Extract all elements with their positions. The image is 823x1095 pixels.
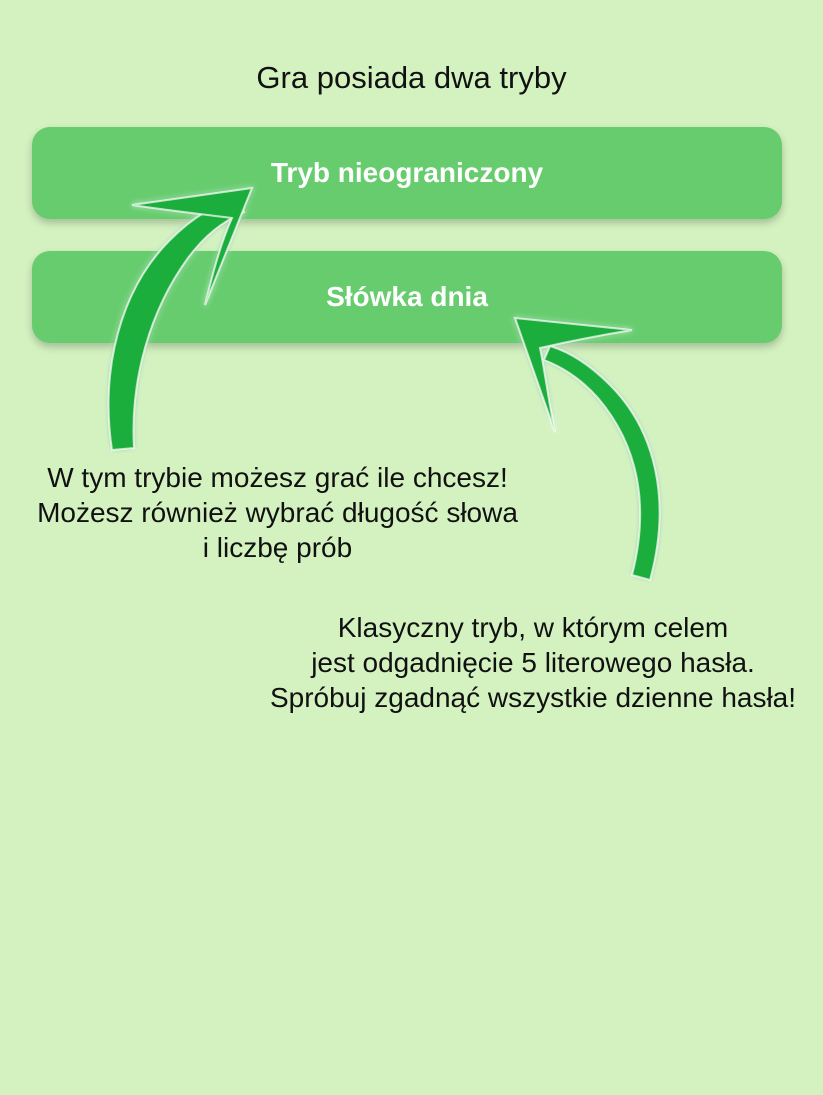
description-line: i liczbę prób bbox=[202, 532, 353, 563]
page-title: Gra posiada dwa tryby bbox=[256, 60, 567, 95]
description-line: Klasyczny tryb, w którym celem bbox=[337, 612, 729, 643]
daily-words-label: Słówka dnia bbox=[326, 281, 488, 312]
unlimited-mode-description: W tym trybie możesz grać ile chcesz! Moż… bbox=[0, 460, 555, 565]
description-line: W tym trybie możesz grać ile chcesz! bbox=[47, 462, 508, 493]
unlimited-mode-label: Tryb nieograniczony bbox=[270, 157, 544, 188]
daily-words-button[interactable]: Słówka dnia bbox=[32, 251, 782, 343]
unlimited-mode-button[interactable]: Tryb nieograniczony bbox=[32, 127, 782, 219]
description-line: Możesz również wybrać długość słowa bbox=[37, 497, 518, 528]
description-line: jest odgadnięcie 5 literowego hasła. bbox=[311, 647, 755, 678]
daily-words-description: Klasyczny tryb, w którym celem jest odga… bbox=[248, 610, 818, 715]
description-line: Spróbuj zgadnąć wszystkie dzienne hasła! bbox=[269, 682, 797, 713]
